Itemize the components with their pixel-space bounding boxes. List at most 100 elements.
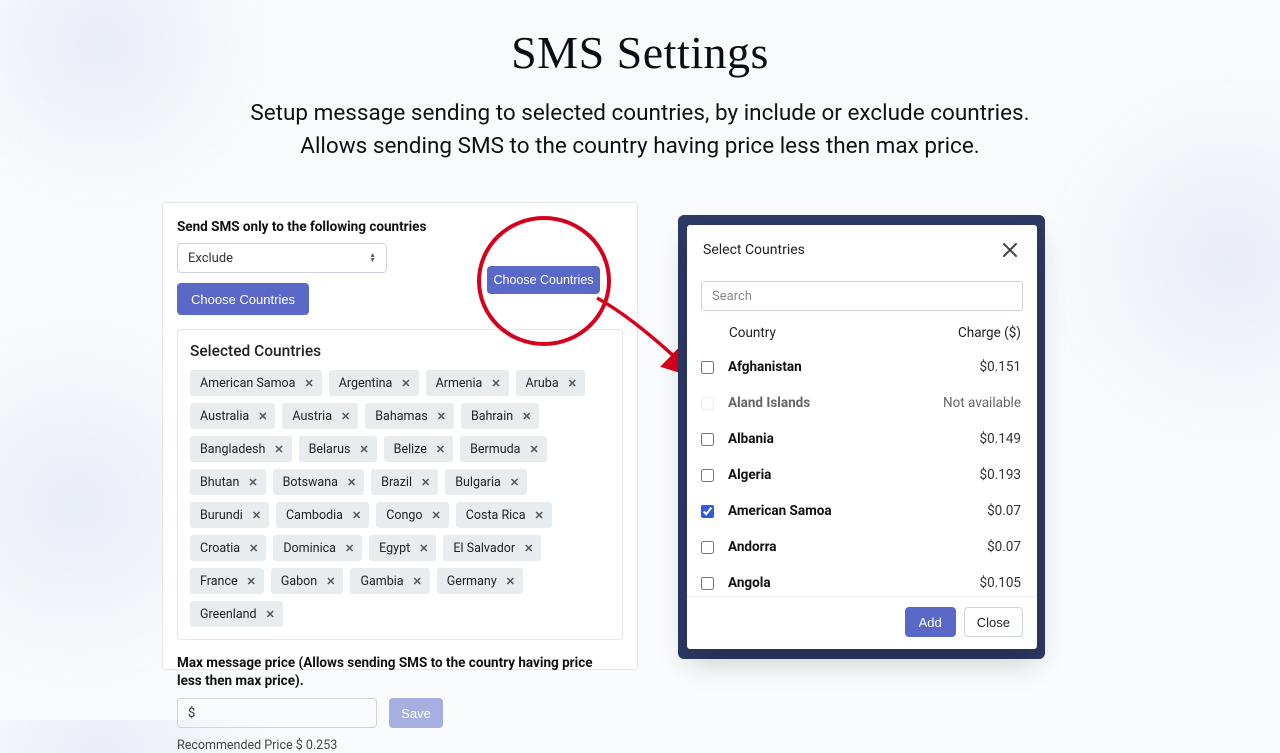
country-row: Algeria$0.193 — [701, 457, 1023, 493]
remove-tag-icon[interactable]: ✕ — [359, 443, 368, 456]
remove-tag-icon[interactable]: ✕ — [352, 509, 361, 522]
remove-tag-icon[interactable]: ✕ — [252, 509, 261, 522]
page-title: SMS Settings — [0, 26, 1280, 79]
remove-tag-icon[interactable]: ✕ — [568, 377, 577, 390]
remove-tag-icon[interactable]: ✕ — [304, 377, 313, 390]
remove-tag-icon[interactable]: ✕ — [249, 542, 258, 555]
modal-close-button[interactable] — [999, 239, 1021, 261]
modal-title: Select Countries — [703, 242, 805, 258]
country-name: Aland Islands — [728, 395, 943, 411]
col-country-header: Country — [729, 325, 958, 341]
country-tag-label: France — [200, 574, 238, 589]
country-tag: Greenland ✕ — [190, 601, 283, 627]
search-placeholder: Search — [712, 289, 752, 304]
country-row: Afghanistan$0.151 — [701, 349, 1023, 385]
remove-tag-icon[interactable]: ✕ — [248, 476, 257, 489]
page-subtitle-1: Setup message sending to selected countr… — [0, 97, 1280, 130]
country-tag-label: Bahamas — [375, 409, 427, 424]
country-tag: Belarus ✕ — [299, 436, 377, 462]
country-checkbox[interactable] — [701, 577, 714, 590]
country-row: American Samoa$0.07 — [701, 493, 1023, 529]
country-name: Afghanistan — [728, 359, 980, 375]
country-tag: Dominica✕ — [273, 535, 362, 561]
remove-tag-icon[interactable]: ✕ — [529, 443, 538, 456]
remove-tag-icon[interactable]: ✕ — [326, 575, 335, 588]
country-tag: Burundi✕ — [190, 502, 269, 528]
remove-tag-icon[interactable]: ✕ — [347, 476, 356, 489]
remove-tag-icon[interactable]: ✕ — [274, 443, 283, 456]
country-tag-label: Aruba — [526, 376, 559, 391]
country-search-input[interactable]: Search — [701, 281, 1023, 311]
country-tag: American Samoa✕ — [190, 370, 322, 396]
country-name: Andorra — [728, 539, 987, 555]
country-charge: $0.193 — [980, 467, 1022, 483]
country-tag: Cambodia ✕ — [276, 502, 369, 528]
choose-countries-highlight-button[interactable]: Choose Countries — [487, 266, 600, 294]
remove-tag-icon[interactable]: ✕ — [491, 377, 500, 390]
country-name: Angola — [728, 575, 980, 591]
country-tag-label: Botswana — [283, 475, 338, 490]
country-checkbox[interactable] — [701, 541, 714, 554]
country-tag: Bhutan ✕ — [190, 469, 266, 495]
country-checkbox — [701, 397, 714, 410]
remove-tag-icon[interactable]: ✕ — [401, 377, 410, 390]
country-tag: Austria ✕ — [282, 403, 358, 429]
country-checkbox[interactable] — [701, 361, 714, 374]
country-charge: Not available — [943, 395, 1021, 411]
remove-tag-icon[interactable]: ✕ — [413, 575, 422, 588]
remove-tag-icon[interactable]: ✕ — [266, 608, 275, 621]
remove-tag-icon[interactable]: ✕ — [341, 410, 350, 423]
remove-tag-icon[interactable]: ✕ — [432, 509, 441, 522]
country-tag-label: Bangladesh — [200, 442, 265, 457]
country-tag: France ✕ — [190, 568, 264, 594]
country-tag: Aruba ✕ — [516, 370, 585, 396]
country-tag-label: Belize — [394, 442, 427, 457]
country-charge: $0.07 — [987, 503, 1021, 519]
page-subtitle-2: Allows sending SMS to the country having… — [0, 130, 1280, 163]
remove-tag-icon[interactable]: ✕ — [522, 410, 531, 423]
country-row: Albania$0.149 — [701, 421, 1023, 457]
country-tag-label: Egypt — [379, 541, 410, 556]
mode-select-value: Exclude — [188, 251, 233, 266]
remove-tag-icon[interactable]: ✕ — [436, 443, 445, 456]
add-button[interactable]: Add — [905, 607, 956, 637]
country-tag-label: Bahrain — [471, 409, 513, 424]
remove-tag-icon[interactable]: ✕ — [419, 542, 428, 555]
choose-countries-button[interactable]: Choose Countries — [177, 283, 309, 315]
country-tag: Bangladesh ✕ — [190, 436, 292, 462]
country-tag: Bahamas ✕ — [365, 403, 454, 429]
remove-tag-icon[interactable]: ✕ — [437, 410, 446, 423]
close-icon — [1003, 243, 1017, 257]
country-checkbox[interactable] — [701, 469, 714, 482]
max-price-input[interactable]: $ — [177, 698, 377, 728]
remove-tag-icon[interactable]: ✕ — [258, 410, 267, 423]
country-name: American Samoa — [728, 503, 987, 519]
save-button[interactable]: Save — [389, 698, 443, 728]
country-tag-label: Austria — [292, 409, 332, 424]
country-checkbox[interactable] — [701, 433, 714, 446]
country-tag-label: Gambia — [360, 574, 403, 589]
remove-tag-icon[interactable]: ✕ — [535, 509, 544, 522]
country-tag-label: Greenland — [200, 607, 257, 622]
remove-tag-icon[interactable]: ✕ — [247, 575, 256, 588]
country-tag-label: El Salvador — [453, 541, 515, 556]
country-charge: $0.07 — [987, 539, 1021, 555]
country-tag-label: Cambodia — [286, 508, 343, 523]
country-tag-label: Costa Rica — [466, 508, 526, 523]
remove-tag-icon[interactable]: ✕ — [421, 476, 430, 489]
remove-tag-icon[interactable]: ✕ — [524, 542, 533, 555]
mode-select[interactable]: Exclude ▲▼ — [177, 243, 387, 273]
country-tag: Gambia ✕ — [350, 568, 429, 594]
country-tag-label: Belarus — [309, 442, 351, 457]
country-row: Andorra$0.07 — [701, 529, 1023, 565]
selected-countries-heading: Selected Countries — [190, 342, 612, 360]
close-button[interactable]: Close — [964, 607, 1023, 637]
remove-tag-icon[interactable]: ✕ — [506, 575, 515, 588]
country-checkbox[interactable] — [701, 505, 714, 518]
remove-tag-icon[interactable]: ✕ — [510, 476, 519, 489]
remove-tag-icon[interactable]: ✕ — [345, 542, 354, 555]
select-caret-icon: ▲▼ — [369, 253, 376, 263]
country-tag-label: Bhutan — [200, 475, 239, 490]
country-tag-label: Bulgaria — [455, 475, 501, 490]
selected-countries-panel: Selected Countries American Samoa✕Argent… — [177, 329, 623, 640]
